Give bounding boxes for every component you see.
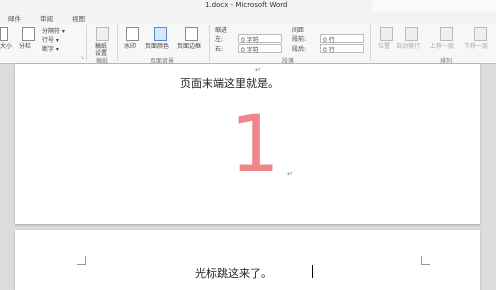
tab-review[interactable]: 审阅	[40, 13, 53, 23]
indent-right-label: 右:	[215, 46, 224, 53]
bring-forward-button[interactable]: 上移一层	[430, 41, 454, 50]
bring-forward-icon[interactable]	[440, 27, 453, 41]
line-numbers-button[interactable]: 行号 ▾	[42, 35, 59, 44]
position-icon[interactable]	[380, 27, 393, 41]
indent-header: 缩进	[215, 27, 228, 34]
spacing-after-value: 0 行	[323, 47, 335, 54]
watermark-button[interactable]: 水印	[124, 41, 136, 50]
size-icon[interactable]	[0, 27, 8, 41]
page-color-button[interactable]: 页面颜色	[145, 41, 169, 50]
indent-left-label: 左:	[215, 36, 224, 43]
separator	[117, 25, 118, 61]
page2-text: 光标跳这来了。	[195, 267, 272, 280]
columns-icon[interactable]	[22, 27, 35, 41]
text-cursor	[312, 265, 313, 278]
spacing-after-label: 段后:	[292, 46, 307, 53]
separator	[209, 25, 210, 61]
page-borders-button[interactable]: 页面边框	[177, 41, 201, 50]
spacing-before-label: 段前:	[292, 36, 307, 43]
position-button[interactable]: 位置	[378, 41, 390, 50]
spacing-before-input[interactable]: 0 行	[320, 34, 364, 44]
spacing-header: 间距	[292, 27, 305, 34]
page1-big-number: 1	[230, 100, 280, 190]
indent-left-value: 0 字符	[241, 37, 259, 44]
separator	[370, 25, 371, 61]
margin-corner-left	[77, 256, 86, 265]
send-backward-icon[interactable]	[474, 27, 487, 41]
separator	[86, 25, 87, 61]
tab-mailings[interactable]: 邮件	[8, 13, 21, 23]
hyphenation-button[interactable]: 断字 ▾	[42, 44, 59, 53]
columns-button[interactable]: 分栏	[19, 41, 31, 50]
margin-corner-right	[421, 256, 430, 265]
send-backward-button[interactable]: 下移一层	[464, 41, 488, 50]
indent-right-input[interactable]: 0 字符	[238, 44, 282, 54]
paragraph-mark: ↵	[287, 170, 293, 178]
page-setup-launcher-icon[interactable]: ↘	[80, 55, 84, 61]
spacing-after-input[interactable]: 0 行	[320, 44, 364, 54]
wrap-text-icon[interactable]	[405, 27, 418, 41]
tab-view[interactable]: 视图	[72, 13, 85, 23]
window-title: 1.docx - Microsoft Word	[205, 1, 288, 9]
page1-text: 页面末端这里就是。	[180, 77, 279, 90]
spacing-before-value: 0 行	[323, 37, 335, 44]
indent-right-value: 0 字符	[241, 47, 259, 54]
page-borders-icon[interactable]	[185, 27, 198, 41]
size-button[interactable]: 大小	[0, 41, 12, 50]
document-page-2[interactable]: 光标跳这来了。	[15, 230, 480, 290]
indent-left-input[interactable]: 0 字符	[238, 34, 282, 44]
breaks-button[interactable]: 分隔符 ▾	[42, 26, 65, 35]
ribbon: 大小 分栏 分隔符 ▾ 行号 ▾ 断字 ▾ ↘ 稿纸 设置 稿纸 水印 页面颜色…	[0, 23, 496, 65]
paragraph-mark: ↵	[255, 66, 261, 74]
draft-settings-icon[interactable]	[96, 27, 109, 41]
page-color-icon[interactable]	[154, 27, 167, 41]
wrap-text-button[interactable]: 自动换行	[396, 41, 420, 50]
watermark-icon[interactable]	[126, 27, 139, 41]
document-page-1[interactable]: ↵ 页面末端这里就是。 1 ↵	[15, 64, 480, 224]
